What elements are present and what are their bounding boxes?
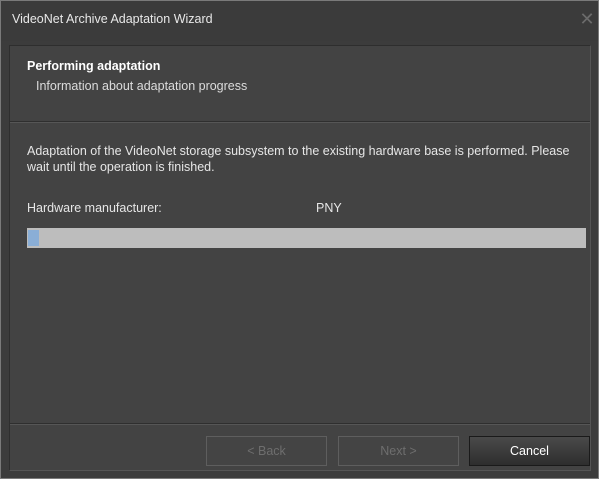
window-title: VideoNet Archive Adaptation Wizard	[12, 12, 213, 26]
page-title: Performing adaptation	[27, 59, 161, 73]
wizard-content-panel: Performing adaptation Information about …	[9, 45, 591, 471]
footer-divider	[10, 423, 590, 425]
page-subtitle: Information about adaptation progress	[36, 79, 248, 93]
title-bar[interactable]: VideoNet Archive Adaptation Wizard ✕	[1, 1, 598, 41]
progress-bar-fill	[28, 230, 40, 246]
adaptation-progress-bar	[27, 228, 586, 248]
wizard-window: VideoNet Archive Adaptation Wizard ✕ Per…	[0, 0, 599, 479]
hardware-manufacturer-label: Hardware manufacturer:	[27, 201, 162, 215]
adaptation-description: Adaptation of the VideoNet storage subsy…	[27, 144, 570, 174]
close-icon[interactable]: ✕	[578, 10, 596, 28]
next-button[interactable]: Next >	[338, 436, 459, 466]
cancel-button[interactable]: Cancel	[469, 436, 590, 466]
header-divider	[10, 121, 590, 123]
back-button[interactable]: < Back	[206, 436, 327, 466]
hardware-manufacturer-value: PNY	[316, 201, 342, 215]
